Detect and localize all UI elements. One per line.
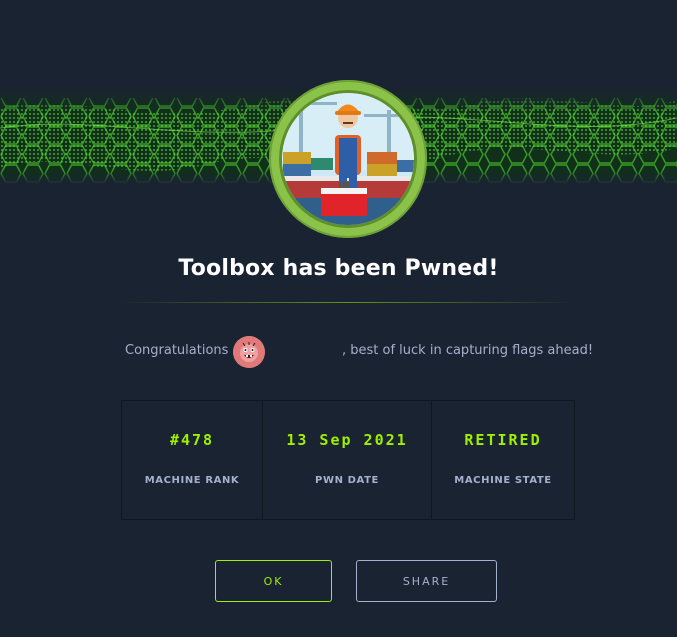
title-divider <box>118 302 576 303</box>
congrats-suffix: , best of luck in capturing flags ahead! <box>342 343 594 358</box>
toolbox-worker-icon <box>269 80 427 238</box>
share-button[interactable]: SHARE <box>356 560 497 602</box>
stat-value: 13 Sep 2021 <box>286 431 408 449</box>
user-avatar-icon[interactable] <box>233 336 265 368</box>
stat-label: PWN DATE <box>315 475 379 486</box>
stat-label: MACHINE STATE <box>454 475 552 486</box>
username-link[interactable] <box>271 343 341 359</box>
congrats-message: Congratulations , best of luck in captur… <box>125 336 593 368</box>
page-title: Toolbox has been Pwned! <box>178 256 499 281</box>
stat-machine-rank: #478 MACHINE RANK <box>122 401 263 519</box>
stat-machine-state: RETIRED MACHINE STATE <box>432 401 574 519</box>
pwned-dialog: Toolbox has been Pwned! Congratulations … <box>0 0 677 637</box>
congrats-prefix: Congratulations <box>125 343 229 358</box>
stat-label: MACHINE RANK <box>144 475 240 486</box>
stat-pwn-date: 13 Sep 2021 PWN DATE <box>263 401 432 519</box>
ok-button[interactable]: OK <box>215 560 332 602</box>
stat-value: RETIRED <box>464 431 542 449</box>
stat-value: #478 <box>169 431 215 449</box>
machine-stats: #478 MACHINE RANK 13 Sep 2021 PWN DATE R… <box>121 400 575 520</box>
